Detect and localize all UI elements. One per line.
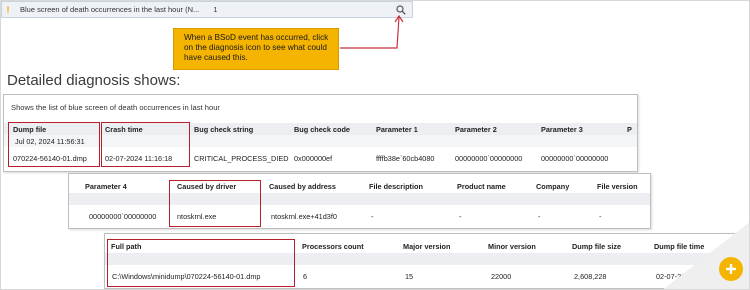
column-header[interactable]: Parameter 4 [85,182,127,191]
table-cell: 2,608,228 [574,272,607,281]
table-cell: 15 [405,272,414,281]
column-header[interactable]: Minor version [488,242,536,251]
alert-title: Blue screen of death occurrences in the … [20,5,200,14]
column-header[interactable]: Product name [457,182,506,191]
highlight-crash-time [101,122,190,167]
column-header[interactable]: Caused by address [269,182,336,191]
header-band [69,193,650,205]
search-icon[interactable] [396,4,406,15]
screenshot-canvas: ! Blue screen of death occurrences in th… [0,0,750,290]
column-header[interactable]: File description [369,182,423,191]
table-cell: 00000000`00000000 [455,154,523,163]
highlight-dump-file [8,122,100,167]
page-heading: Detailed diagnosis shows: [7,72,181,89]
column-header[interactable]: Major version [403,242,450,251]
column-header[interactable]: File version [597,182,638,191]
alert-count: 1 [213,5,218,14]
column-header[interactable]: Processors count [302,242,364,251]
column-header[interactable]: Parameter 2 [455,125,497,134]
table-cell: - [599,212,602,221]
table-cell: 22000 [491,272,512,281]
table-cell: ntoskrnl.exe+41d3f0 [271,212,337,221]
corner-decoration [663,222,749,289]
table-caption: Shows the list of blue screen of death o… [11,103,220,112]
column-header[interactable]: Bug check string [194,125,253,134]
plus-icon [726,264,736,274]
table-cell: 00000000`00000000 [89,212,157,221]
column-header[interactable]: Company [536,182,569,191]
column-header[interactable]: Bug check code [294,125,350,134]
column-header[interactable]: Dump file size [572,242,621,251]
table-cell: - [538,212,541,221]
highlight-caused-by-driver [169,180,261,227]
table-cell: - [371,212,374,221]
column-header[interactable]: Parameter 3 [541,125,583,134]
diagnosis-table-1: Shows the list of blue screen of death o… [3,94,638,172]
table-cell: 6 [303,272,308,281]
table-cell: 0x000000ef [294,154,333,163]
highlight-full-path [107,239,295,287]
column-header[interactable]: P [627,125,632,134]
table-cell: - [459,212,462,221]
zoom-plus-button[interactable] [719,257,743,281]
callout-note: When a BSoD event has occurred, click on… [173,28,339,70]
diagnosis-table-2: Parameter 4 Caused by driver Caused by a… [68,173,651,229]
table-cell: CRITICAL_PROCESS_DIED [194,154,289,163]
table-cell: 00000000`00000000 [541,154,609,163]
diagnosis-table-3: Full path Processors count Major version… [104,233,745,289]
column-header[interactable]: Parameter 1 [376,125,418,134]
warning-icon: ! [6,4,10,15]
alert-row[interactable]: ! Blue screen of death occurrences in th… [1,1,413,18]
table-cell: ffffb38e`60cb4080 [376,154,435,163]
